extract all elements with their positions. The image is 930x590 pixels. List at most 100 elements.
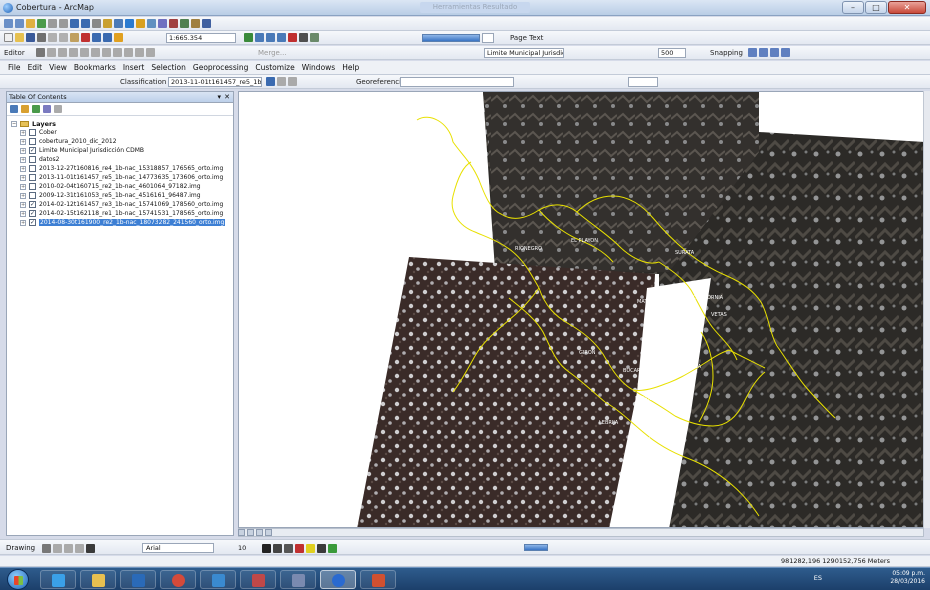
measure-icon[interactable]	[158, 19, 167, 28]
toc-layer-row[interactable]: +2013-11-01t161457_re5_1b-nac_14773635_1…	[20, 173, 229, 182]
toc-layer-row[interactable]: + datos2	[20, 155, 229, 164]
clear-selection-icon[interactable]	[103, 19, 112, 28]
layer-name[interactable]: 2014-02-12t161457_re3_1b-nac_15741069_17…	[39, 201, 223, 208]
menu-insert[interactable]: Insert	[123, 63, 145, 72]
zoom-to-selected-icon[interactable]	[64, 544, 73, 553]
go-to-xy-icon[interactable]	[191, 19, 200, 28]
classification-layer-dropdown[interactable]: 2013-11-01t161457_re5_1b	[168, 77, 262, 87]
pause-drawing-icon[interactable]	[265, 529, 272, 536]
taskbar-explorer[interactable]	[80, 570, 116, 589]
close-button[interactable]: ✕	[888, 1, 926, 14]
toc-layer-row[interactable]: + cobertura_2010_dic_2012	[20, 137, 229, 146]
fixed-zoom-out-icon[interactable]	[59, 19, 68, 28]
classification-menu[interactable]: Classification	[120, 78, 166, 86]
html-popup-icon[interactable]	[147, 19, 156, 28]
expand-icon[interactable]: +	[20, 219, 26, 226]
italic-icon[interactable]	[273, 544, 282, 553]
cut-icon[interactable]	[48, 33, 57, 42]
marker-color-icon[interactable]	[328, 544, 337, 553]
expand-icon[interactable]: +	[20, 192, 26, 199]
taskbar-media-player[interactable]	[120, 570, 156, 589]
transparency-dropdown[interactable]	[482, 33, 494, 43]
trace-icon[interactable]	[80, 48, 89, 57]
toc-layer-row[interactable]: +2009-12-31t161053_re5_1b-nac_4516161_96…	[20, 191, 229, 200]
list-by-visibility-icon[interactable]	[32, 105, 40, 113]
georeferencing-layer-dropdown[interactable]	[400, 77, 514, 87]
edit-annotation-icon[interactable]	[47, 48, 56, 57]
snapping-tolerance-input[interactable]: 500	[658, 48, 686, 58]
layer-visibility-checkbox[interactable]	[29, 192, 36, 199]
taskbar-tool[interactable]	[240, 570, 276, 589]
font-size-dropdown[interactable]: 10	[238, 543, 254, 553]
rotate-draw-icon[interactable]	[53, 544, 62, 553]
refresh-view-icon[interactable]	[256, 529, 263, 536]
print-icon[interactable]	[37, 33, 46, 42]
layer-visibility-checkbox[interactable]	[29, 156, 36, 163]
data-view-icon[interactable]	[238, 529, 245, 536]
new-document-icon[interactable]	[4, 33, 13, 42]
list-by-selection-icon[interactable]	[43, 105, 51, 113]
layer-visibility-checkbox[interactable]: ✓	[29, 219, 36, 226]
layout-view-icon[interactable]	[247, 529, 254, 536]
editor-toolbar-icon[interactable]	[244, 33, 253, 42]
layer-transparency-slider[interactable]	[422, 34, 480, 42]
delete-icon[interactable]	[81, 33, 90, 42]
menu-windows[interactable]: Windows	[302, 63, 335, 72]
expand-icon[interactable]: +	[20, 165, 26, 172]
expand-icon[interactable]: +	[20, 129, 26, 136]
add-data-icon[interactable]	[114, 33, 123, 42]
layer-dropdown[interactable]: Limite Municipal Jurisdicci	[484, 48, 564, 58]
language-indicator[interactable]: ES	[814, 574, 822, 582]
training-sample-icon[interactable]	[277, 77, 286, 86]
redo-icon[interactable]	[103, 33, 112, 42]
taskbar-chrome[interactable]	[160, 570, 196, 589]
rectangle-sample-icon[interactable]	[288, 77, 297, 86]
time-slider-icon[interactable]	[202, 19, 211, 28]
minimize-button[interactable]: –	[842, 1, 864, 14]
text-draw-icon[interactable]	[86, 544, 95, 553]
fill-color-icon[interactable]	[306, 544, 315, 553]
reshape-icon[interactable]	[113, 48, 122, 57]
expand-icon[interactable]: +	[20, 147, 26, 154]
forward-icon[interactable]	[81, 19, 90, 28]
expand-icon[interactable]: +	[20, 138, 26, 145]
find-icon[interactable]	[169, 19, 178, 28]
zoom-in-icon[interactable]	[4, 19, 13, 28]
toc-layer-row[interactable]: + ✓ 2014-02-15t162118_re1_1b-nac_15741531_…	[20, 209, 229, 218]
select-elements-icon[interactable]	[114, 19, 123, 28]
toc-layer-row[interactable]: + Cober	[20, 128, 229, 137]
open-icon[interactable]	[15, 33, 24, 42]
expand-icon[interactable]: +	[20, 156, 26, 163]
rectangle-draw-icon[interactable]	[75, 544, 84, 553]
taskbar-internet-explorer[interactable]	[40, 570, 76, 589]
point-snapping-icon[interactable]	[748, 48, 757, 57]
expand-icon[interactable]: +	[20, 174, 26, 181]
merge-button[interactable]: Merge...	[258, 49, 287, 57]
expand-icon[interactable]: +	[20, 201, 26, 208]
pan-icon[interactable]	[26, 19, 35, 28]
end-snapping-icon[interactable]	[759, 48, 768, 57]
layer-name[interactable]: 2009-12-31t161053_re5_1b-nac_4516161_964…	[39, 192, 201, 199]
layer-name[interactable]: datos2	[39, 156, 59, 163]
vertex-snapping-icon[interactable]	[770, 48, 779, 57]
toc-layer-row[interactable]: + ✓ Limite Municipal Jurisdicción CDMB	[20, 146, 229, 155]
split-icon[interactable]	[135, 48, 144, 57]
cut-polygons-icon[interactable]	[124, 48, 133, 57]
modelbuilder-icon[interactable]	[310, 33, 319, 42]
editor-menu[interactable]: Editor	[4, 49, 25, 57]
save-icon[interactable]	[26, 33, 35, 42]
layer-name[interactable]: 2014-02-15t162118_re1_1b-nac_15741531_17…	[39, 210, 223, 217]
layer-visibility-checkbox[interactable]	[29, 129, 36, 136]
collapse-icon[interactable]: −	[11, 120, 17, 127]
font-color-icon[interactable]	[295, 544, 304, 553]
paste-icon[interactable]	[70, 33, 79, 42]
back-icon[interactable]	[70, 19, 79, 28]
toc-close-icon[interactable]: ✕	[224, 92, 230, 102]
map-horizontal-scrollbar[interactable]	[238, 528, 924, 537]
menu-view[interactable]: View	[49, 63, 67, 72]
select-features-icon[interactable]	[92, 19, 101, 28]
route-icon[interactable]	[180, 19, 189, 28]
edge-snapping-icon[interactable]	[781, 48, 790, 57]
toc-window-icon[interactable]	[255, 33, 264, 42]
layer-name[interactable]: Limite Municipal Jurisdicción CDMB	[39, 147, 144, 154]
